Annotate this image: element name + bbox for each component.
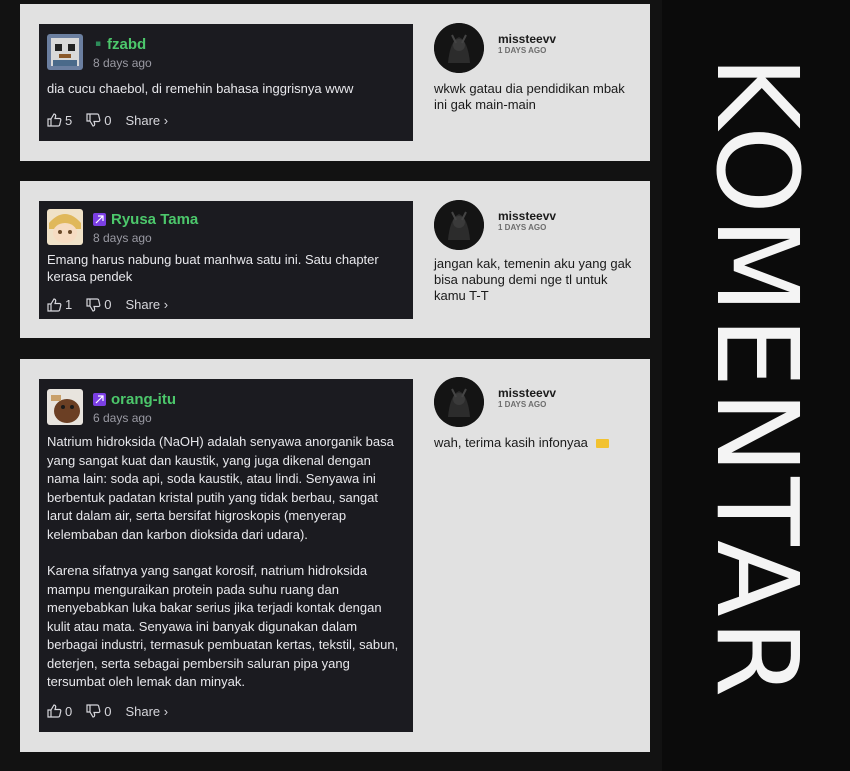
comment-body: Emang harus nabung buat manhwa satu ini.… — [47, 251, 405, 285]
dislike-button[interactable]: 0 — [86, 297, 111, 312]
comment-paragraph: dia cucu chaebol, di remehin bahasa ingg… — [47, 81, 354, 96]
share-button[interactable]: Share › — [125, 704, 168, 719]
comment-actions: 5 0 Share › — [47, 113, 405, 128]
comment-paragraph: Karena sifatnya yang sangat korosif, nat… — [47, 563, 399, 689]
thumbs-up-icon — [47, 704, 62, 718]
thread-panel: orang-itu 6 days ago Natrium hidroksida … — [20, 359, 650, 752]
reply: missteevv 1 DAYS AGO wah, terima kasih i… — [434, 377, 634, 451]
comment-actions: 1 0 Share › — [47, 297, 405, 312]
comment-body: dia cucu chaebol, di remehin bahasa ingg… — [47, 80, 405, 99]
dislike-button[interactable]: 0 — [86, 113, 111, 128]
like-button[interactable]: 5 — [47, 113, 72, 128]
role-badge-icon — [93, 392, 106, 406]
role-badge-icon — [93, 212, 106, 226]
comment-username[interactable]: Ryusa Tama — [111, 211, 198, 228]
comment-body: Natrium hidroksida (NaOH) adalah senyawa… — [47, 433, 405, 692]
reply-avatar[interactable] — [434, 200, 484, 250]
sidebar-title: KOMENTAR — [691, 55, 821, 701]
comment-header: orang-itu 6 days ago — [47, 389, 405, 429]
thread-panel: ▪ fzabd 8 days ago dia cucu chaebol, di … — [20, 4, 650, 161]
like-count: 0 — [65, 703, 73, 719]
comment-username[interactable]: fzabd — [107, 36, 146, 53]
comment-card: orang-itu 6 days ago Natrium hidroksida … — [39, 379, 413, 732]
reply-text-row: wah, terima kasih infonyaa — [434, 435, 634, 451]
comment-card: ▪ fzabd 8 days ago dia cucu chaebol, di … — [39, 24, 413, 141]
thumbs-up-icon — [47, 113, 62, 127]
thumbs-down-icon — [86, 297, 101, 312]
comment-header: ▪ fzabd 8 days ago — [47, 34, 405, 74]
avatar[interactable] — [47, 209, 83, 245]
comment-card: Ryusa Tama 8 days ago Emang harus nabung… — [39, 201, 413, 319]
comment-time: 8 days ago — [93, 56, 152, 70]
comment-time: 6 days ago — [93, 411, 152, 425]
comment-actions: 0 0 Share › — [47, 704, 405, 719]
reply-username[interactable]: missteevv — [498, 210, 556, 223]
role-icon: ▪ — [95, 39, 102, 49]
reply-time: 1 DAYS AGO — [498, 46, 547, 55]
reply: missteevv 1 DAYS AGO wkwk gatau dia pend… — [434, 23, 634, 113]
reply-username[interactable]: missteevv — [498, 387, 556, 400]
reply-avatar[interactable] — [434, 23, 484, 73]
dislike-count: 0 — [104, 703, 112, 719]
reply: missteevv 1 DAYS AGO jangan kak, temenin… — [434, 200, 634, 304]
thread-panel: Ryusa Tama 8 days ago Emang harus nabung… — [20, 181, 650, 338]
reply-avatar[interactable] — [434, 377, 484, 427]
dislike-count: 0 — [104, 112, 112, 128]
dislike-count: 0 — [104, 297, 112, 312]
reply-text: jangan kak, temenin aku yang gak bisa na… — [434, 256, 632, 303]
share-button[interactable]: Share › — [125, 297, 168, 312]
thumbs-down-icon — [86, 704, 101, 718]
comment-username[interactable]: orang-itu — [111, 391, 176, 408]
share-button[interactable]: Share › — [125, 113, 168, 128]
comment-paragraph: Natrium hidroksida (NaOH) adalah senyawa… — [47, 434, 394, 542]
reply-text: wah, terima kasih infonyaa — [434, 435, 588, 450]
reply-text: wkwk gatau dia pendidikan mbak ini gak m… — [434, 81, 625, 112]
like-count: 5 — [65, 112, 73, 128]
like-count: 1 — [65, 297, 73, 312]
reply-time: 1 DAYS AGO — [498, 223, 547, 232]
comment-time: 8 days ago — [93, 231, 152, 245]
avatar[interactable] — [47, 34, 83, 70]
thumbs-down-icon — [86, 113, 101, 127]
avatar[interactable] — [47, 389, 83, 425]
reply-time: 1 DAYS AGO — [498, 400, 547, 409]
reply-username[interactable]: missteevv — [498, 33, 556, 46]
comment-header: Ryusa Tama 8 days ago — [47, 209, 405, 249]
comment-paragraph: Emang harus nabung buat manhwa satu ini.… — [47, 252, 379, 284]
like-button[interactable]: 1 — [47, 297, 72, 312]
like-button[interactable]: 0 — [47, 704, 72, 719]
dislike-button[interactable]: 0 — [86, 704, 111, 719]
thumbs-up-icon — [47, 297, 62, 312]
envelope-emoji-icon — [595, 439, 609, 449]
